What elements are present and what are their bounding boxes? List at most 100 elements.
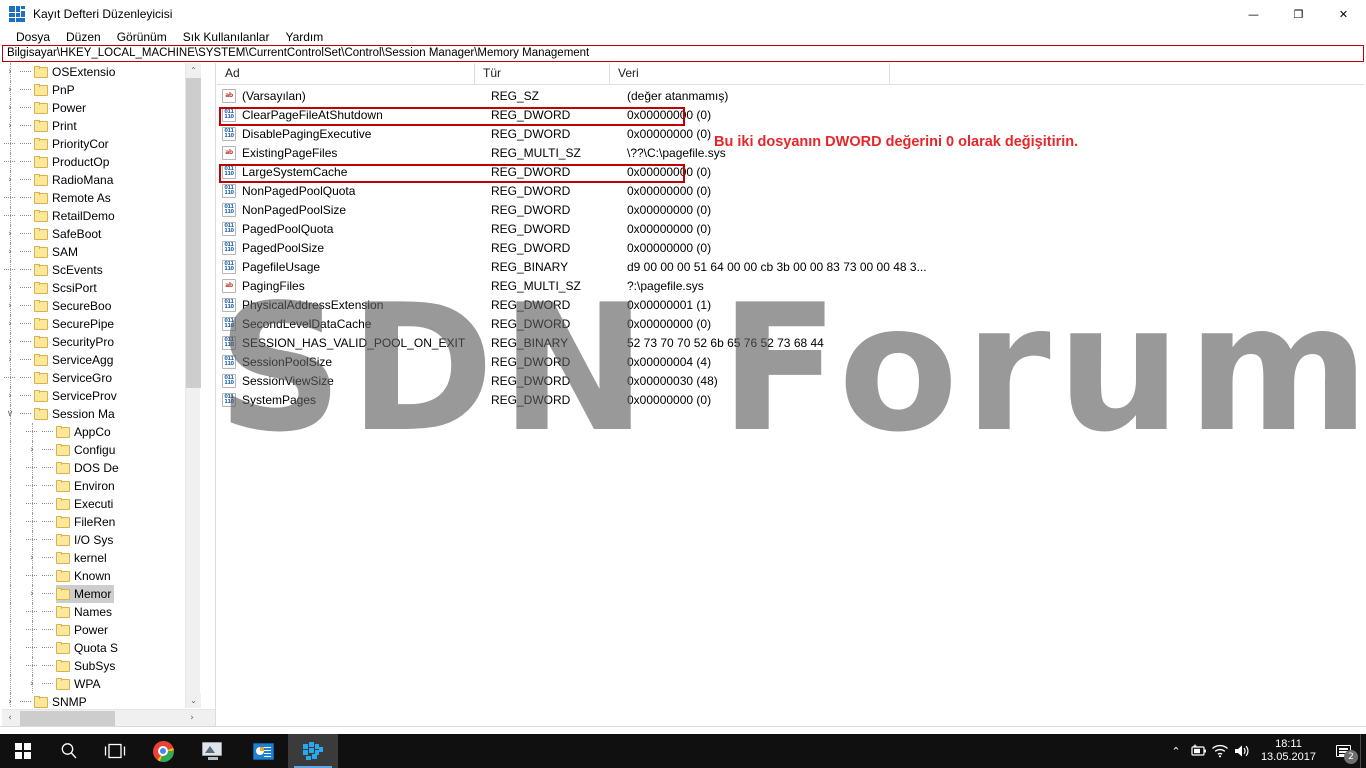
task-view-button[interactable]: [92, 734, 138, 768]
tree-item-content[interactable]: OSExtensio: [34, 63, 118, 81]
tree-item-session-ma[interactable]: ∨ Session Ma: [2, 405, 201, 423]
tree-item-memor[interactable]: › Memor: [2, 585, 201, 603]
tree-item-quota-s[interactable]: Quota S: [2, 639, 201, 657]
tree-item-prioritycor[interactable]: PriorityCor: [2, 135, 201, 153]
tree-item-snmp[interactable]: › SNMP: [2, 693, 201, 708]
taskbar-office-app[interactable]: [238, 734, 288, 768]
tree-item-serviceagg[interactable]: › ServiceAgg: [2, 351, 201, 369]
tree-item-securepipe[interactable]: › SecurePipe: [2, 315, 201, 333]
tree-item-content[interactable]: SecurityPro: [34, 333, 117, 351]
tree-item-content[interactable]: ServiceAgg: [34, 351, 116, 369]
table-row[interactable]: 011 110 NonPagedPoolSize REG_DWORD 0x0000000…: [217, 200, 1364, 219]
tree-scroll-down-icon[interactable]: ⌄: [186, 693, 201, 708]
table-row[interactable]: 011 110 SystemPages REG_DWORD 0x00000000 (0): [217, 390, 1364, 409]
tree-item-content[interactable]: Configu: [56, 441, 118, 459]
tree-item-content[interactable]: Known: [56, 567, 114, 585]
tree-item-productop[interactable]: ProductOp: [2, 153, 201, 171]
table-row[interactable]: 011 110 PagedPoolQuota REG_DWORD 0x00000000 …: [217, 219, 1364, 238]
tree-item-content[interactable]: Executi: [56, 495, 116, 513]
tree-item-content[interactable]: ProductOp: [34, 153, 112, 171]
tree-item-content[interactable]: ScEvents: [34, 261, 106, 279]
table-row[interactable]: 011 110 LargeSystemCache REG_DWORD 0x0000000…: [217, 162, 1364, 181]
tree-item-fileren[interactable]: FileRen: [2, 513, 201, 531]
table-row[interactable]: 011 110 ClearPageFileAtShutdown REG_DWORD 0x…: [217, 105, 1364, 124]
tree-item-wpa[interactable]: › WPA: [2, 675, 201, 693]
tree-item-content[interactable]: Names: [56, 603, 115, 621]
tree-item-print[interactable]: › Print: [2, 117, 201, 135]
tree-vertical-scroll-thumb[interactable]: [186, 78, 201, 388]
tree-item-i-o-sys[interactable]: I/O Sys: [2, 531, 201, 549]
tree-item-content[interactable]: SafeBoot: [34, 225, 104, 243]
tree-item-dos-de[interactable]: DOS De: [2, 459, 201, 477]
taskbar-chrome[interactable]: [138, 734, 188, 768]
tree-item-known[interactable]: Known: [2, 567, 201, 585]
tree-item-radiomana[interactable]: › RadioMana: [2, 171, 201, 189]
tree-item-secureboo[interactable]: › SecureBoo: [2, 297, 201, 315]
tree-horizontal-scrollbar[interactable]: ‹ ›: [2, 709, 215, 726]
tree-item-kernel[interactable]: › kernel: [2, 549, 201, 567]
column-header-veri[interactable]: Veri: [610, 63, 890, 84]
tree-item-content[interactable]: PnP: [34, 81, 78, 99]
tree-scroll-right-icon[interactable]: ›: [184, 710, 200, 726]
close-button[interactable]: ✕: [1321, 0, 1366, 28]
start-button[interactable]: [0, 734, 46, 768]
tree-item-content[interactable]: I/O Sys: [56, 531, 116, 549]
tree-item-content[interactable]: Environ: [56, 477, 118, 495]
registry-tree[interactable]: › OSExtensio › PnP › Power › Print PriorityCor Pr…: [2, 63, 201, 708]
tree-item-scsiport[interactable]: › ScsiPort: [2, 279, 201, 297]
tree-item-content[interactable]: RadioMana: [34, 171, 116, 189]
wifi-icon[interactable]: [1209, 734, 1231, 768]
tree-item-retaildemo[interactable]: RetailDemo: [2, 207, 201, 225]
battery-icon[interactable]: [1187, 734, 1209, 768]
tree-scroll-up-icon[interactable]: ⌃: [186, 63, 201, 78]
tree-item-content[interactable]: Print: [34, 117, 80, 135]
tree-horizontal-scroll-thumb[interactable]: [20, 711, 115, 726]
volume-icon[interactable]: [1231, 734, 1253, 768]
tree-item-executi[interactable]: Executi: [2, 495, 201, 513]
column-header-ad[interactable]: Ad: [217, 63, 475, 84]
tree-item-safeboot[interactable]: › SafeBoot: [2, 225, 201, 243]
tree-item-content[interactable]: ServiceGro: [34, 369, 115, 387]
table-row[interactable]: 011 110 NonPagedPoolQuota REG_DWORD 0x000000…: [217, 181, 1364, 200]
tree-vertical-scrollbar[interactable]: ⌃ ⌄: [185, 63, 201, 708]
tree-item-serviceprov[interactable]: › ServiceProv: [2, 387, 201, 405]
menu-gorunum[interactable]: Görünüm: [109, 28, 175, 46]
tree-item-names[interactable]: Names: [2, 603, 201, 621]
tree-item-content[interactable]: Session Ma: [34, 405, 118, 423]
table-row[interactable]: ab (Varsayılan) REG_SZ (değer atanmamış): [217, 86, 1364, 105]
maximize-button[interactable]: ❐: [1276, 0, 1321, 28]
table-row[interactable]: ab PagingFiles REG_MULTI_SZ ?:\pagefile.sys: [217, 276, 1364, 295]
tree-item-content[interactable]: Power: [56, 621, 111, 639]
tree-item-subsys[interactable]: SubSys: [2, 657, 201, 675]
table-row[interactable]: 011 110 SecondLevelDataCache REG_DWORD 0x000…: [217, 314, 1364, 333]
tree-item-power[interactable]: › Power: [2, 99, 201, 117]
search-button[interactable]: [46, 734, 92, 768]
taskbar-monitor-app[interactable]: [188, 734, 238, 768]
table-row[interactable]: 011 110 SessionPoolSize REG_DWORD 0x00000004…: [217, 352, 1364, 371]
column-header-tur[interactable]: Tür: [475, 63, 610, 84]
tree-item-content[interactable]: Remote As: [34, 189, 114, 207]
minimize-button[interactable]: —: [1231, 0, 1276, 28]
tree-item-osextensio[interactable]: › OSExtensio: [2, 63, 201, 81]
tree-item-power[interactable]: Power: [2, 621, 201, 639]
tree-item-content[interactable]: ScsiPort: [34, 279, 100, 297]
clock[interactable]: 18:11 13.05.2017: [1253, 734, 1326, 768]
tree-item-scevents[interactable]: ScEvents: [2, 261, 201, 279]
tree-item-appco[interactable]: AppCo: [2, 423, 201, 441]
menu-duzen[interactable]: Düzen: [58, 28, 109, 46]
tree-item-content[interactable]: SNMP: [34, 693, 90, 708]
table-row[interactable]: 011 110 PagedPoolSize REG_DWORD 0x00000000 (…: [217, 238, 1364, 257]
tree-item-content[interactable]: PriorityCor: [34, 135, 112, 153]
tree-item-servicegro[interactable]: ServiceGro: [2, 369, 201, 387]
tree-item-content[interactable]: Power: [34, 99, 89, 117]
table-row[interactable]: 011 110 SESSION_HAS_VALID_POOL_ON_EXIT REG_…: [217, 333, 1364, 352]
tree-scroll-left-icon[interactable]: ‹: [2, 710, 18, 726]
tree-item-securitypro[interactable]: › SecurityPro: [2, 333, 201, 351]
tree-item-content[interactable]: WPA: [56, 675, 103, 693]
tree-item-content[interactable]: FileRen: [56, 513, 118, 531]
tree-item-environ[interactable]: Environ: [2, 477, 201, 495]
registry-values-list[interactable]: ab (Varsayılan) REG_SZ (değer atanmamış) 011…: [217, 86, 1364, 726]
tree-item-content[interactable]: SecurePipe: [34, 315, 117, 333]
table-row[interactable]: 011 110 PhysicalAddressExtension REG_DWORD 0…: [217, 295, 1364, 314]
show-desktop-button[interactable]: [1360, 734, 1366, 768]
